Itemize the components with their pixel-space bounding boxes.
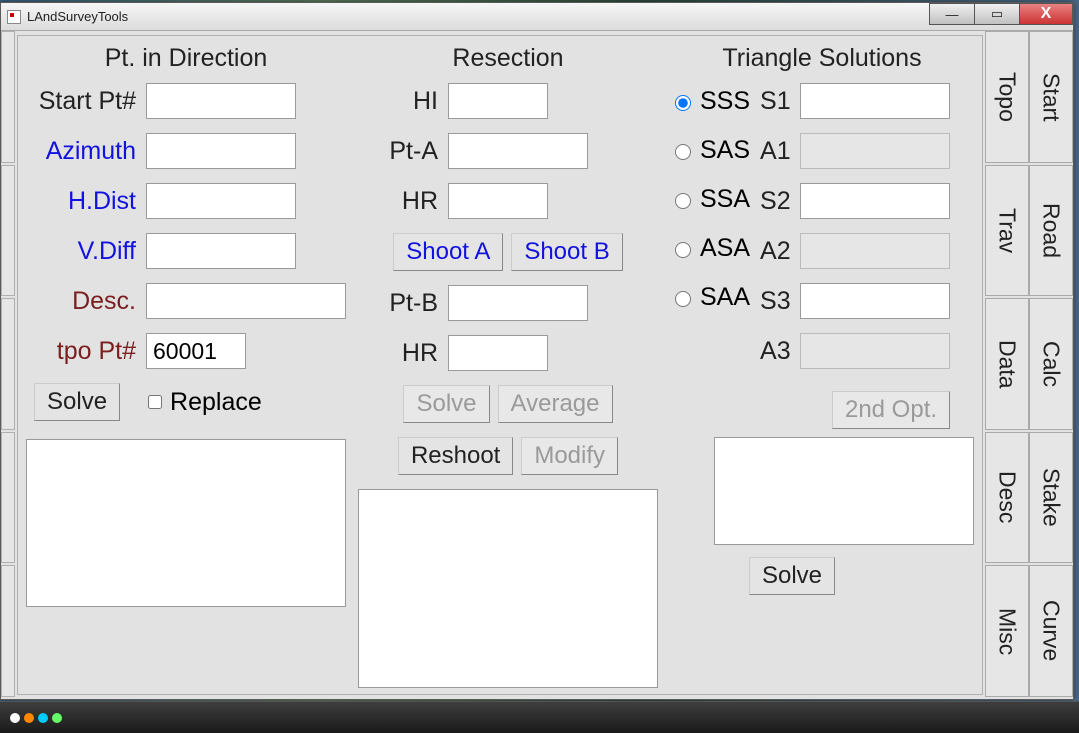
tab-desc[interactable]: Desc — [985, 432, 1029, 564]
mode-asa-radio[interactable] — [675, 242, 691, 258]
left-rail — [1, 31, 15, 699]
ptb-label: Pt-B — [358, 289, 448, 318]
tab-misc[interactable]: Misc — [985, 565, 1029, 697]
tab-road[interactable]: Road — [1029, 165, 1073, 297]
hdist-label: H.Dist — [26, 187, 146, 216]
s2-input[interactable] — [800, 183, 950, 219]
tb-icon — [52, 713, 62, 723]
ptb-input[interactable] — [448, 285, 588, 321]
shoot-a-button[interactable]: Shoot A — [393, 233, 503, 271]
triangle-heading: Triangle Solutions — [670, 44, 974, 73]
triangle-mode-radios: SSS SAS SSA ASA SAA — [670, 83, 750, 429]
modify-button: Modify — [521, 437, 618, 475]
vdiff-label: V.Diff — [26, 237, 146, 266]
a2-label: A2 — [760, 237, 800, 266]
mode-saa[interactable]: SAA — [670, 283, 750, 312]
window-title: LAndSurveyTools — [27, 9, 128, 24]
tab-start[interactable]: Start — [1029, 31, 1073, 163]
s2-label: S2 — [760, 187, 800, 216]
app-icon — [7, 10, 21, 24]
average-button: Average — [498, 385, 613, 423]
pta-label: Pt-A — [358, 137, 448, 166]
start-pt-label: Start Pt# — [26, 87, 146, 116]
triangle-panel: Triangle Solutions SSS SAS SSA ASA SAA S… — [670, 42, 974, 688]
mode-ssa[interactable]: SSA — [670, 185, 750, 214]
replace-checkbox[interactable] — [148, 395, 162, 409]
app-window: LAndSurveyTools — ▭ X Pt. in Direction S… — [0, 2, 1074, 700]
replace-label-container[interactable]: Replace — [144, 388, 262, 417]
azimuth-label: Azimuth — [26, 137, 146, 166]
pta-input[interactable] — [448, 133, 588, 169]
a2-input — [800, 233, 950, 269]
mode-ssa-radio[interactable] — [675, 193, 691, 209]
taskbar[interactable] — [0, 701, 1079, 733]
mode-sss-radio[interactable] — [675, 95, 691, 111]
triangle-solve-button[interactable]: Solve — [749, 557, 835, 595]
tab-trav[interactable]: Trav — [985, 165, 1029, 297]
start-pt-input[interactable] — [146, 83, 296, 119]
resection-solve-button: Solve — [403, 385, 489, 423]
mode-asa[interactable]: ASA — [670, 234, 750, 263]
side-tabs: Topo Trav Data Desc Misc Start Road Calc… — [985, 31, 1073, 699]
second-opt-button: 2nd Opt. — [832, 391, 950, 429]
mode-sss[interactable]: SSS — [670, 87, 750, 116]
tb-icon — [24, 713, 34, 723]
direction-heading: Pt. in Direction — [26, 44, 346, 73]
a3-input — [800, 333, 950, 369]
s1-input[interactable] — [800, 83, 950, 119]
hrb-label: HR — [358, 339, 448, 368]
triangle-result-box — [714, 437, 974, 545]
hi-input[interactable] — [448, 83, 548, 119]
close-button[interactable]: X — [1019, 3, 1073, 25]
tab-data[interactable]: Data — [985, 298, 1029, 430]
replace-label: Replace — [170, 388, 262, 417]
hi-label: HI — [358, 87, 448, 116]
maximize-button[interactable]: ▭ — [974, 3, 1020, 25]
s3-label: S3 — [760, 287, 800, 316]
direction-panel: Pt. in Direction Start Pt# Azimuth H.Dis… — [26, 42, 346, 688]
direction-result-box — [26, 439, 346, 607]
minimize-button[interactable]: — — [929, 3, 975, 25]
a1-input — [800, 133, 950, 169]
a3-label: A3 — [760, 337, 800, 366]
reshoot-button[interactable]: Reshoot — [398, 437, 513, 475]
tab-topo[interactable]: Topo — [985, 31, 1029, 163]
s3-input[interactable] — [800, 283, 950, 319]
resection-panel: Resection HI Pt-A HR Shoot A Shoot B Pt-… — [358, 42, 658, 688]
desc-input[interactable] — [146, 283, 346, 319]
hra-label: HR — [358, 187, 448, 216]
a1-label: A1 — [760, 137, 800, 166]
vdiff-input[interactable] — [146, 233, 296, 269]
hdist-input[interactable] — [146, 183, 296, 219]
shoot-b-button[interactable]: Shoot B — [511, 233, 622, 271]
tab-stake[interactable]: Stake — [1029, 432, 1073, 564]
tpo-pt-label: tpo Pt# — [26, 337, 146, 366]
mode-sas-radio[interactable] — [675, 144, 691, 160]
main-panel: Pt. in Direction Start Pt# Azimuth H.Dis… — [17, 35, 983, 695]
direction-solve-button[interactable]: Solve — [34, 383, 120, 421]
tpo-pt-input[interactable] — [146, 333, 246, 369]
titlebar[interactable]: LAndSurveyTools — ▭ X — [1, 3, 1073, 31]
hra-input[interactable] — [448, 183, 548, 219]
tab-curve[interactable]: Curve — [1029, 565, 1073, 697]
tb-icon — [10, 713, 20, 723]
hrb-input[interactable] — [448, 335, 548, 371]
tb-icon — [38, 713, 48, 723]
azimuth-input[interactable] — [146, 133, 296, 169]
mode-sas[interactable]: SAS — [670, 136, 750, 165]
desc-label: Desc. — [26, 287, 146, 316]
resection-heading: Resection — [358, 44, 658, 73]
resection-result-box — [358, 489, 658, 688]
mode-saa-radio[interactable] — [675, 291, 691, 307]
s1-label: S1 — [760, 87, 800, 116]
tab-calc[interactable]: Calc — [1029, 298, 1073, 430]
